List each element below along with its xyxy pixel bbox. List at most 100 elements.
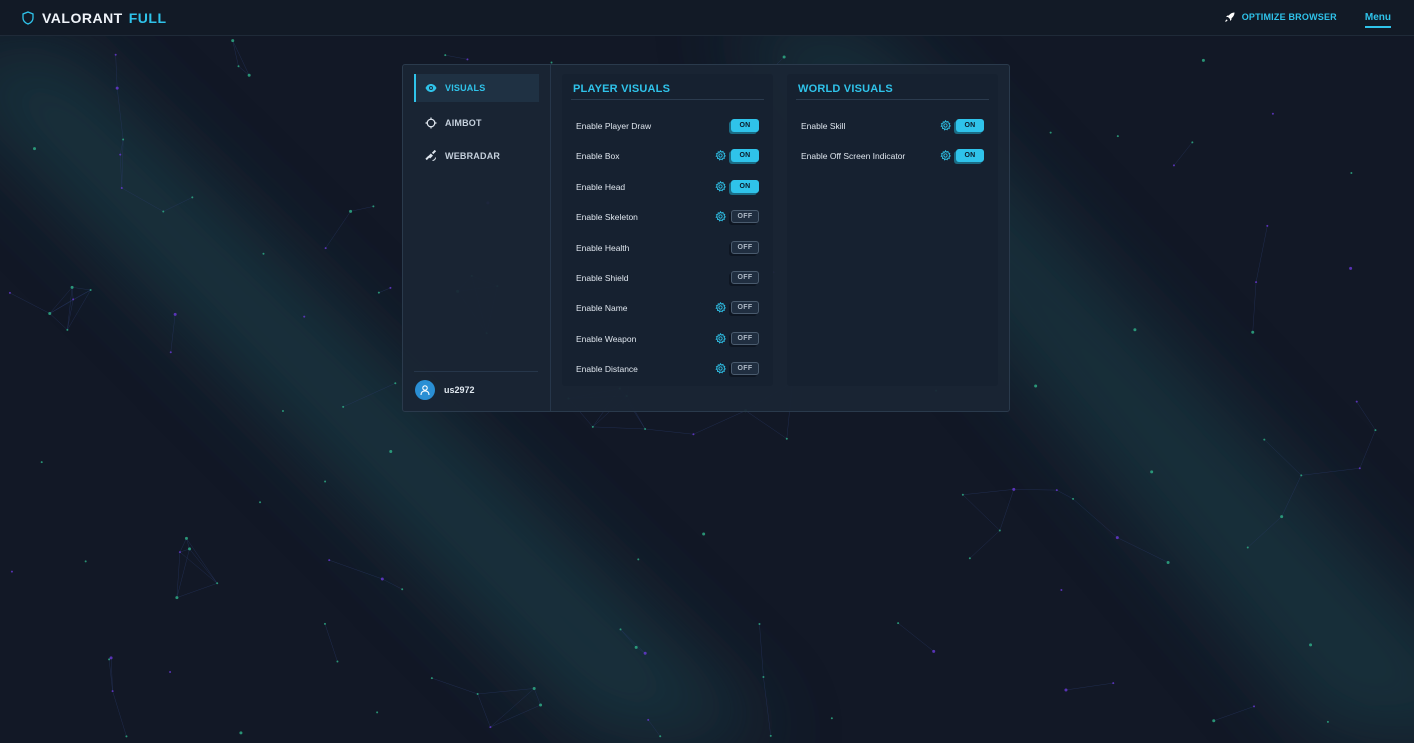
particle-link <box>186 538 218 584</box>
setting-row-enable-box: Enable Box ON <box>562 148 773 164</box>
gear-icon[interactable] <box>940 120 951 131</box>
particle-link <box>969 530 1000 559</box>
particle-link <box>1065 682 1114 691</box>
particle-dot <box>1115 536 1119 540</box>
particle-link <box>232 40 239 67</box>
particle-dot <box>634 645 638 649</box>
sidebar-item-aimbot[interactable]: AIMBOT <box>414 109 538 137</box>
particle-dot <box>619 628 622 631</box>
particle-dot <box>1355 400 1358 403</box>
particle-dot <box>72 298 75 301</box>
gear-icon[interactable] <box>715 150 726 162</box>
particle-dot <box>324 480 327 483</box>
particle-dot <box>70 285 74 289</box>
particle-dot <box>111 690 114 693</box>
particle-dot <box>961 493 964 496</box>
particle-link <box>112 691 127 737</box>
particle-link <box>1213 706 1255 721</box>
particle-dot <box>239 731 243 735</box>
particle-dot <box>1191 141 1194 144</box>
particle-link <box>232 40 250 76</box>
particle-link <box>1359 430 1376 469</box>
particle-dot <box>1116 135 1119 138</box>
particle-dot <box>48 311 52 315</box>
sidebar-item-visuals[interactable]: VISUALS <box>414 74 539 102</box>
particle-dot <box>394 382 397 385</box>
particle-dot <box>237 65 240 68</box>
setting-label: Enable Box <box>576 151 620 162</box>
setting-row-enable-skeleton: Enable Skeleton OFF <box>562 209 773 225</box>
user-profile[interactable]: us2972 <box>414 371 538 408</box>
particle-dot <box>539 703 543 707</box>
gear-icon[interactable] <box>715 180 726 192</box>
sidebar: VISUALS AIMBOT WEBRADAR us2972 <box>403 65 551 411</box>
toggle-enable-weapon[interactable]: OFF <box>731 331 759 345</box>
shield-icon <box>22 11 34 25</box>
gear-icon[interactable] <box>715 302 726 314</box>
particle-dot <box>1072 497 1075 500</box>
toggle-enable-skeleton[interactable]: OFF <box>731 210 759 224</box>
particle-dot <box>380 577 384 581</box>
particle-link <box>1056 489 1074 500</box>
particle-dot <box>115 86 119 90</box>
particle-link <box>759 623 764 677</box>
toggle-enable-off-screen-indicator[interactable]: ON <box>956 149 984 163</box>
rocket-icon <box>1224 12 1235 22</box>
setting-label: Enable Health <box>576 242 630 253</box>
particle-link <box>763 676 771 736</box>
particle-dot <box>247 73 251 77</box>
particle-dot <box>758 623 761 626</box>
particle-link <box>186 538 190 549</box>
toggle-enable-player-draw[interactable]: ON <box>731 119 759 132</box>
particle-dot <box>1358 467 1361 470</box>
particle-dot <box>659 735 662 738</box>
toggle-enable-name[interactable]: OFF <box>731 301 759 315</box>
particle-dot <box>349 209 353 213</box>
sidebar-item-webradar[interactable]: WEBRADAR <box>414 142 538 170</box>
particle-dot <box>769 734 772 737</box>
particle-link <box>49 313 68 331</box>
particle-dot <box>1055 489 1058 492</box>
toggle-enable-shield[interactable]: OFF <box>731 271 759 284</box>
particle-dot <box>1212 719 1216 723</box>
toggle-enable-skill[interactable]: ON <box>956 119 984 132</box>
gear-icon[interactable] <box>715 363 726 374</box>
gear-icon[interactable] <box>715 332 726 344</box>
username: us2972 <box>444 385 475 395</box>
particle-link <box>490 688 535 728</box>
optimize-browser-button[interactable]: OPTIMIZE BROWSER <box>1224 11 1337 23</box>
particle-dot <box>637 558 640 561</box>
toggle-enable-health[interactable]: OFF <box>731 240 759 254</box>
particle-link <box>592 426 646 430</box>
particle-link <box>533 688 541 706</box>
setting-row-enable-player-draw: Enable Player Draw ON <box>562 118 773 134</box>
player-visuals-section: PLAYER VISUALS Enable Player Draw ON Enabl… <box>562 74 773 386</box>
brand-logo[interactable]: VALORANT FULL <box>22 10 167 26</box>
particle-link <box>999 489 1015 531</box>
toggle-enable-distance[interactable]: OFF <box>731 362 759 376</box>
settings-panel: VISUALS AIMBOT WEBRADAR us2972 PLAYER VI… <box>402 64 1010 412</box>
particle-link <box>176 583 218 598</box>
top-nav: OPTIMIZE BROWSER Menu <box>1224 11 1392 28</box>
particle-link <box>378 287 391 293</box>
toggle-enable-head[interactable]: ON <box>731 179 759 193</box>
setting-row-enable-weapon: Enable Weapon OFF <box>562 331 773 347</box>
setting-label: Enable Head <box>576 181 626 192</box>
setting-row-enable-skill: Enable Skill ON <box>787 118 998 134</box>
top-bar: VALORANT FULL OPTIMIZE BROWSER Menu <box>0 0 1414 36</box>
toggle-enable-box[interactable]: ON <box>731 149 759 163</box>
particle-dot <box>259 501 262 504</box>
particle-link <box>176 548 190 598</box>
menu-link[interactable]: Menu <box>1364 12 1392 28</box>
particle-link <box>477 693 491 728</box>
particle-dot <box>8 291 11 294</box>
gear-icon[interactable] <box>715 211 726 222</box>
divider <box>571 99 764 100</box>
gear-icon[interactable] <box>940 150 951 162</box>
particle-dot <box>1166 560 1170 564</box>
setting-row-enable-distance: Enable Distance OFF <box>562 361 773 377</box>
setting-label: Enable Shield <box>576 273 629 283</box>
particle-dot <box>169 351 172 354</box>
particle-dot <box>84 560 87 563</box>
particle-dot <box>376 711 379 714</box>
